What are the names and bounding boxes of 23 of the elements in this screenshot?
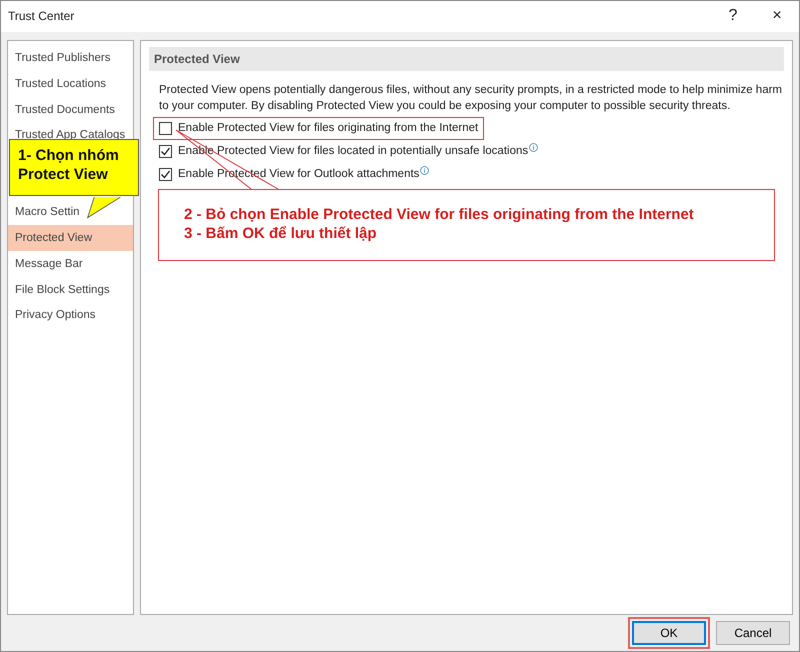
annotation-text: 3 - Bấm OK để lưu thiết lập: [184, 224, 378, 243]
sidebar-item[interactable]: Trusted Publishers: [8, 50, 133, 66]
sidebar-item[interactable]: Protected View: [8, 225, 133, 252]
checkbox-label: Enable Protected View for files originating from the Internet: [178, 120, 478, 136]
help-button[interactable]: ?: [711, 1, 755, 32]
annotation-text: 2 - Bỏ chọn Enable Protected View for files originating from the Internet: [184, 205, 695, 224]
sidebar-item[interactable]: File Block Settings: [8, 282, 133, 298]
cancel-button[interactable]: Cancel: [716, 620, 790, 645]
sidebar-item[interactable]: Message Bar: [8, 256, 133, 272]
sidebar-item[interactable]: Trusted Documents: [8, 102, 133, 118]
checkbox[interactable]: [159, 122, 172, 135]
callout-text: Protect View: [18, 165, 109, 184]
section-heading: Protected View: [149, 46, 784, 71]
section-description: Protected View opens potentially dangerous files, without any security prompts, in a restricted mode to help minimize harm to your computer. By disabling Protected View you could be exposing your computer to possible security threats.: [159, 82, 784, 114]
window-title: Trust Center: [8, 8, 76, 26]
checkbox[interactable]: [159, 168, 172, 181]
callout-text: 1- Chọn nhóm: [18, 146, 120, 165]
ok-button[interactable]: OK: [632, 620, 706, 645]
sidebar-item[interactable]: Privacy Options: [8, 307, 133, 324]
close-button[interactable]: ×: [755, 1, 799, 32]
checkbox[interactable]: [159, 144, 172, 158]
sidebar-item[interactable]: Macro Settin: [8, 204, 133, 220]
sidebar-item[interactable]: Trusted Locations: [8, 76, 133, 92]
